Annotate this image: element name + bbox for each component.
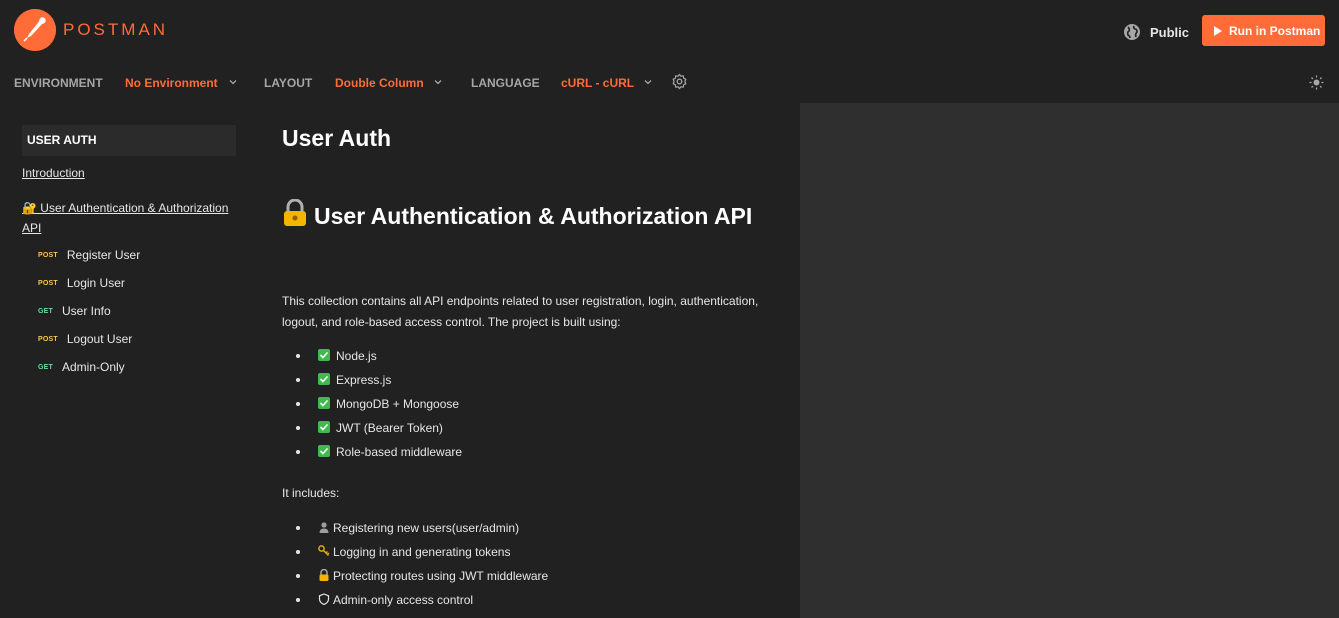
chevron-down-icon[interactable] — [643, 77, 653, 87]
postman-logo-icon[interactable] — [14, 9, 56, 51]
list-item-text: Role-based middleware — [336, 445, 463, 459]
sidebar-request-login-user[interactable]: POST Login User — [38, 275, 125, 291]
method-badge: GET — [38, 307, 53, 315]
sidebar: USER AUTH Introduction 🔐 User Authentica… — [0, 103, 258, 618]
settings-toolbar: ENVIRONMENT No Environment LAYOUT Double… — [0, 62, 1339, 103]
theme-toggle-sun-icon[interactable] — [1309, 75, 1324, 90]
section-title: User Authentication & Authorization API — [314, 203, 753, 229]
tech-stack-list: Node.js Express.js MongoDB + Mongoose JW… — [282, 344, 762, 464]
description-paragraph: This collection contains all API endpoin… — [282, 294, 759, 329]
method-badge: POST — [38, 335, 58, 343]
chevron-down-icon[interactable] — [228, 77, 238, 87]
includes-label: It includes: — [282, 486, 340, 500]
request-name: Admin-Only — [62, 360, 125, 374]
list-item: Express.js — [282, 368, 762, 392]
run-button-label: Run in Postman — [1229, 23, 1321, 38]
shield-icon — [318, 593, 330, 605]
key-icon — [318, 545, 330, 557]
method-badge: GET — [38, 363, 53, 371]
section-heading: User Authentication & Authorization API — [282, 196, 762, 236]
list-item-text: Protecting routes using JWT middleware — [333, 569, 549, 583]
visibility-label: Public — [1150, 24, 1190, 40]
request-name: Register User — [66, 248, 141, 262]
gear-icon[interactable] — [671, 73, 688, 90]
list-item: Role-based middleware — [282, 440, 762, 464]
play-icon — [1214, 25, 1222, 36]
layout-label: LAYOUT — [264, 76, 313, 90]
list-item-text: JWT (Bearer Token) — [336, 421, 443, 435]
lock-with-key-icon — [284, 199, 306, 226]
globe-icon — [1124, 24, 1140, 40]
code-example-pane — [800, 103, 1339, 618]
brand-name: POSTMAN — [63, 20, 169, 39]
run-in-postman-button[interactable]: Run in Postman — [1202, 15, 1325, 46]
list-item: Protecting routes using JWT middleware — [282, 564, 762, 588]
method-badge: POST — [38, 251, 58, 259]
person-icon — [319, 522, 329, 533]
page-title: User Auth — [282, 125, 392, 151]
lock-icon — [319, 569, 329, 581]
list-item: Node.js — [282, 344, 762, 368]
sidebar-request-logout-user[interactable]: POST Logout User — [38, 331, 132, 347]
method-badge: POST — [38, 279, 58, 287]
features-list: Registering new users(user/admin) Loggin… — [282, 516, 762, 612]
layout-select[interactable]: Double Column — [335, 76, 424, 90]
language-select[interactable]: cURL - cURL — [561, 76, 634, 90]
list-item-text: Logging in and generating tokens — [333, 545, 511, 559]
list-item: MongoDB + Mongoose — [282, 392, 762, 416]
list-item-text: MongoDB + Mongoose — [336, 397, 460, 411]
list-item: Registering new users(user/admin) — [282, 516, 762, 540]
check-icon — [318, 421, 330, 433]
check-icon — [318, 397, 330, 409]
request-name: Logout User — [66, 332, 133, 346]
list-item-text: Admin-only access control — [333, 593, 474, 607]
chevron-down-icon[interactable] — [433, 77, 443, 87]
sidebar-collection-title[interactable]: USER AUTH — [22, 125, 236, 156]
list-item: Admin-only access control — [282, 588, 762, 612]
check-icon — [318, 445, 330, 457]
check-icon — [318, 373, 330, 385]
environment-select[interactable]: No Environment — [125, 76, 218, 90]
sidebar-request-register-user[interactable]: POST Register User — [38, 247, 140, 263]
check-icon — [318, 349, 330, 361]
documentation-content: User Auth User Authentication & Authoriz… — [258, 103, 800, 618]
sidebar-item-user-auth-api[interactable]: 🔐 User Authentication & Authorization AP… — [22, 198, 250, 238]
request-name: User Info — [62, 304, 111, 318]
list-item-text: Express.js — [336, 373, 392, 387]
visibility-indicator: Public — [1123, 22, 1189, 42]
language-label: LANGUAGE — [471, 76, 540, 90]
sidebar-item-introduction[interactable]: Introduction — [22, 166, 85, 180]
list-item-text: Registering new users(user/admin) — [333, 521, 520, 535]
environment-label: ENVIRONMENT — [14, 76, 103, 90]
list-item: Logging in and generating tokens — [282, 540, 762, 564]
list-item-text: Node.js — [336, 349, 377, 363]
sidebar-request-user-info[interactable]: GET User Info — [38, 303, 111, 319]
request-name: Login User — [66, 276, 125, 290]
sidebar-request-admin-only[interactable]: GET Admin-Only — [38, 359, 125, 375]
top-header: POSTMAN Public Run in Postman — [0, 0, 1339, 62]
list-item: JWT (Bearer Token) — [282, 416, 762, 440]
